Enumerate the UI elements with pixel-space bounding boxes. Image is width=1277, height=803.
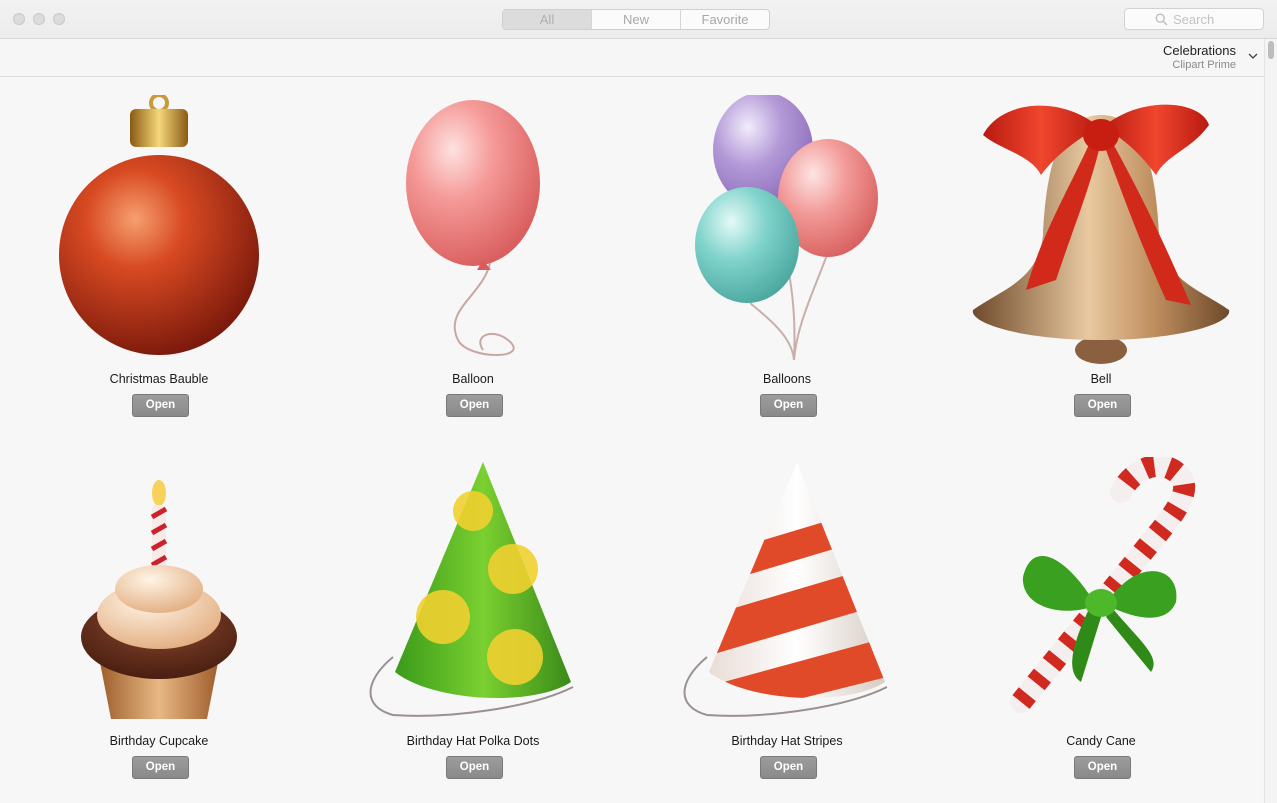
category-selector[interactable]: Celebrations Clipart Prime — [1163, 43, 1236, 71]
clipart-card[interactable]: Balloons Open — [630, 77, 944, 439]
open-button[interactable]: Open — [132, 756, 189, 779]
tab-favorite[interactable]: Favorite — [681, 10, 769, 29]
clipart-card[interactable]: Birthday Hat Polka Dots Open — [316, 439, 630, 801]
filter-segmented-control: All New Favorite — [502, 9, 770, 30]
open-button[interactable]: Open — [446, 394, 503, 417]
birthday-hat-polka-dots-image — [369, 462, 574, 717]
item-name: Christmas Bauble — [109, 372, 209, 386]
chevron-down-icon[interactable] — [1248, 53, 1258, 60]
search-icon — [1155, 13, 1168, 26]
vertical-scrollbar[interactable] — [1264, 39, 1277, 803]
category-subtitle: Clipart Prime — [1172, 59, 1236, 71]
item-name: Balloon — [452, 372, 494, 386]
clipart-card[interactable]: Birthday Cupcake Open — [2, 439, 316, 801]
close-window-button[interactable] — [13, 13, 25, 25]
item-name: Birthday Hat Polka Dots — [406, 734, 540, 748]
clipart-card[interactable]: Christmas Bauble Open — [2, 77, 316, 439]
item-name: Birthday Hat Stripes — [731, 734, 843, 748]
search-placeholder: Search — [1173, 12, 1215, 27]
open-button[interactable]: Open — [132, 394, 189, 417]
clipart-card[interactable]: Birthday Hat Stripes Open — [630, 439, 944, 801]
balloon-image — [406, 100, 540, 356]
search-field[interactable]: Search — [1124, 8, 1264, 30]
bell-image — [972, 104, 1230, 364]
category-bar: Celebrations Clipart Prime — [0, 39, 1264, 77]
christmas-bauble-image — [59, 95, 259, 355]
open-button[interactable]: Open — [760, 756, 817, 779]
balloons-image — [695, 95, 878, 361]
open-button[interactable]: Open — [446, 756, 503, 779]
clipart-card[interactable]: Candy Cane Open — [944, 439, 1258, 801]
clipart-card[interactable]: Bell Open — [944, 77, 1258, 439]
category-title: Celebrations — [1163, 43, 1236, 58]
zoom-window-button[interactable] — [53, 13, 65, 25]
tab-new[interactable]: New — [592, 10, 681, 29]
scrollbar-thumb[interactable] — [1268, 41, 1274, 59]
candy-cane-image — [1010, 457, 1196, 713]
open-button[interactable]: Open — [1074, 394, 1131, 417]
birthday-cupcake-image — [81, 480, 237, 719]
clipart-card[interactable]: Balloon Open — [316, 77, 630, 439]
minimize-window-button[interactable] — [33, 13, 45, 25]
item-name: Bell — [1090, 372, 1112, 386]
title-bar: All New Favorite Search — [0, 0, 1277, 39]
clipart-grid: Christmas Bauble Open Balloon Open Ballo… — [0, 77, 1262, 803]
item-name: Birthday Cupcake — [109, 734, 209, 748]
app-window: All New Favorite Search Celebrations Cli… — [0, 0, 1277, 803]
birthday-hat-stripes-image — [683, 462, 888, 717]
open-button[interactable]: Open — [1074, 756, 1131, 779]
item-name: Balloons — [763, 372, 811, 386]
tab-all[interactable]: All — [503, 10, 592, 29]
open-button[interactable]: Open — [760, 394, 817, 417]
item-name: Candy Cane — [1066, 734, 1136, 748]
